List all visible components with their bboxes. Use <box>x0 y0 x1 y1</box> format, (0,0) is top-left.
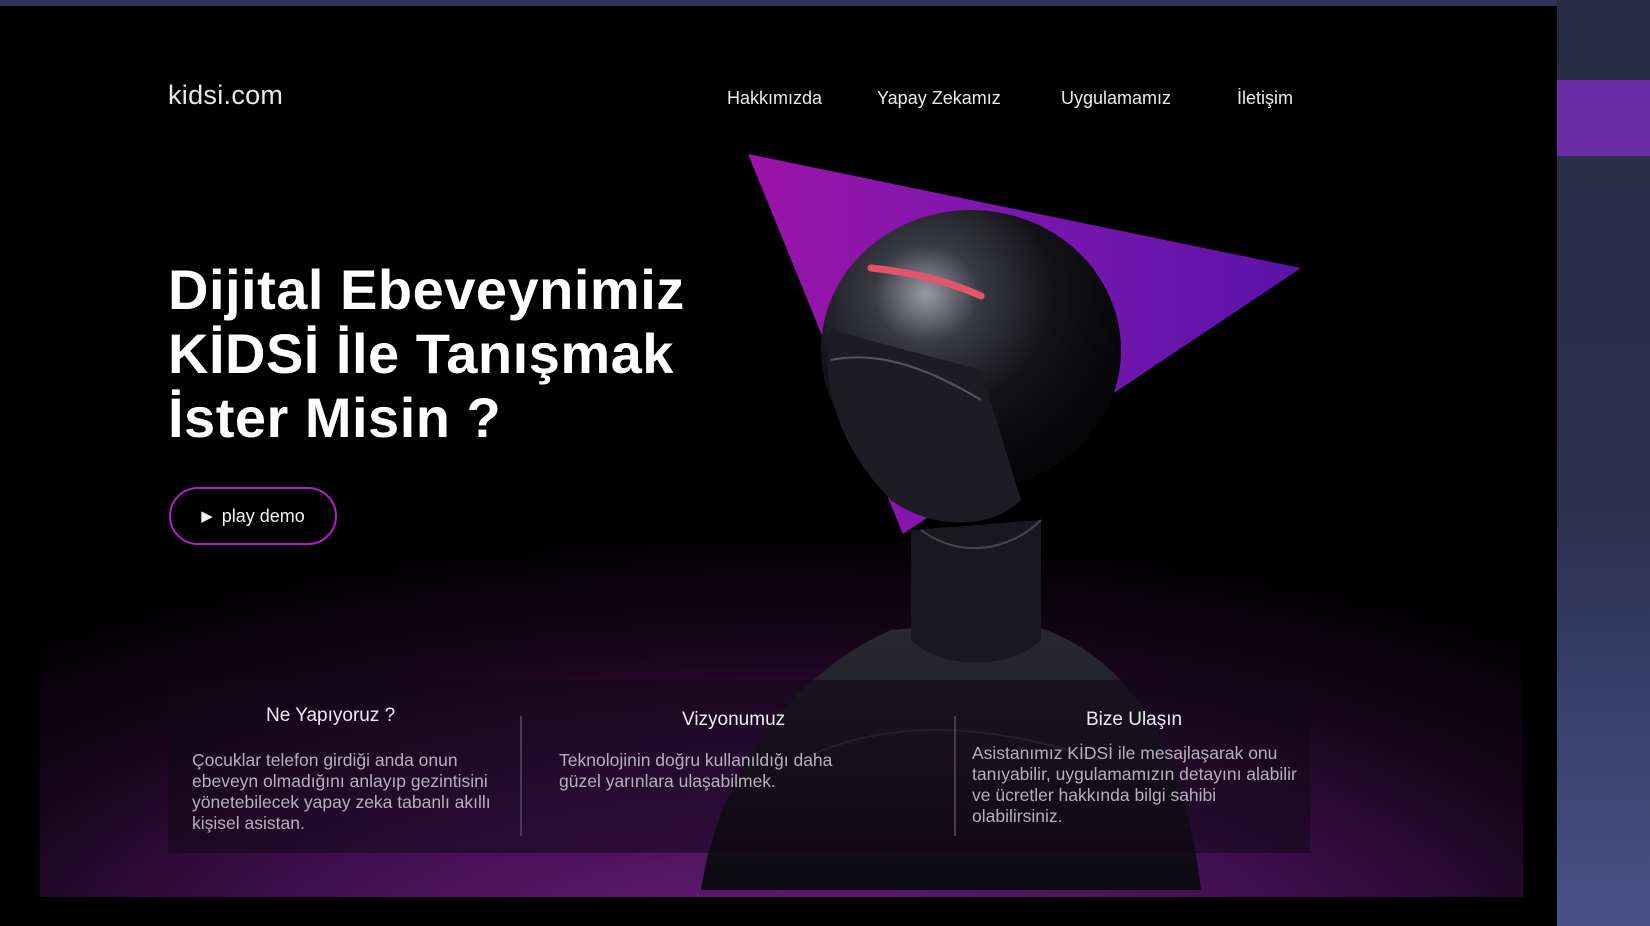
hero-title: Dijital Ebeveynimiz KİDSİ İle Tanışmak İ… <box>168 258 685 450</box>
nav-link-about[interactable]: Hakkımızda <box>727 88 822 109</box>
nav-link-contact[interactable]: İletişim <box>1237 88 1293 109</box>
info-vision-title: Vizyonumuz <box>682 709 786 730</box>
site-logo[interactable]: kidsi.com <box>168 80 283 111</box>
play-demo-label: play demo <box>221 505 305 526</box>
hero-title-line-1: Dijital Ebeveynimiz <box>168 258 685 321</box>
window-top-border <box>0 0 1557 6</box>
side-panel <box>1557 0 1650 926</box>
hero-title-line-2: KİDSİ İle Tanışmak <box>168 322 674 385</box>
info-vision-text: Teknolojinin doğru kullanıldığı daha güz… <box>559 750 833 791</box>
info-divider <box>954 716 956 836</box>
info-contact-title: Bize Ulaşın <box>1086 709 1183 730</box>
hero-title-line-3: İster Misin ? <box>168 386 502 449</box>
info-what-title: Ne Yapıyoruz ? <box>266 705 396 726</box>
nav-link-app[interactable]: Uygulamamız <box>1061 88 1171 109</box>
info-what-text: Çocuklar telefon girdiği anda onun ebeve… <box>192 750 491 833</box>
info-divider <box>520 716 522 836</box>
side-panel-accent <box>1557 80 1650 156</box>
info-contact-text: Asistanımız KİDSİ ile mesajlaşarak onu t… <box>972 743 1297 826</box>
play-icon: ▶ <box>201 508 213 525</box>
play-demo-button[interactable]: ▶ play demo <box>169 487 337 545</box>
nav-link-ai[interactable]: Yapay Zekamız <box>877 88 1001 109</box>
